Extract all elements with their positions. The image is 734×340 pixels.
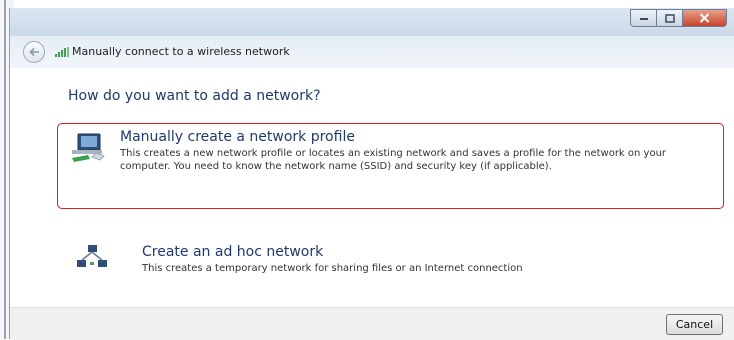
- option-ad-hoc-network[interactable]: Create an ad hoc network This creates a …: [57, 233, 724, 283]
- option-manual-profile-description: This creates a new network profile or lo…: [120, 148, 667, 172]
- wireless-signal-icon: [55, 47, 69, 57]
- option-manual-profile-title: Manually create a network profile: [120, 129, 355, 145]
- content-area: How do you want to add a network? Manual…: [10, 68, 734, 307]
- network-profile-icon: [72, 133, 105, 162]
- window-title: Manually connect to a wireless network: [72, 45, 290, 58]
- maximize-icon: [664, 13, 675, 23]
- caption-buttons: [630, 9, 727, 27]
- close-icon: [699, 13, 710, 23]
- option-ad-hoc-description: This creates a temporary network for sha…: [142, 263, 523, 274]
- dialog-window: Manually connect to a wireless network H…: [9, 8, 734, 340]
- back-arrow-icon: [29, 47, 39, 57]
- ad-hoc-network-icon: [77, 245, 107, 267]
- close-button[interactable]: [683, 9, 727, 27]
- title-bar: [10, 8, 734, 36]
- maximize-button[interactable]: [657, 9, 683, 27]
- footer-bar: Cancel: [10, 307, 734, 340]
- back-button[interactable]: [23, 41, 45, 63]
- option-ad-hoc-title: Create an ad hoc network: [142, 244, 324, 260]
- minimize-button[interactable]: [630, 9, 657, 27]
- page-heading: How do you want to add a network?: [68, 88, 321, 104]
- navigation-header: Manually connect to a wireless network: [10, 36, 734, 68]
- cancel-button[interactable]: Cancel: [666, 314, 723, 335]
- minimize-icon: [639, 18, 648, 20]
- option-manual-profile[interactable]: Manually create a network profile This c…: [57, 123, 724, 209]
